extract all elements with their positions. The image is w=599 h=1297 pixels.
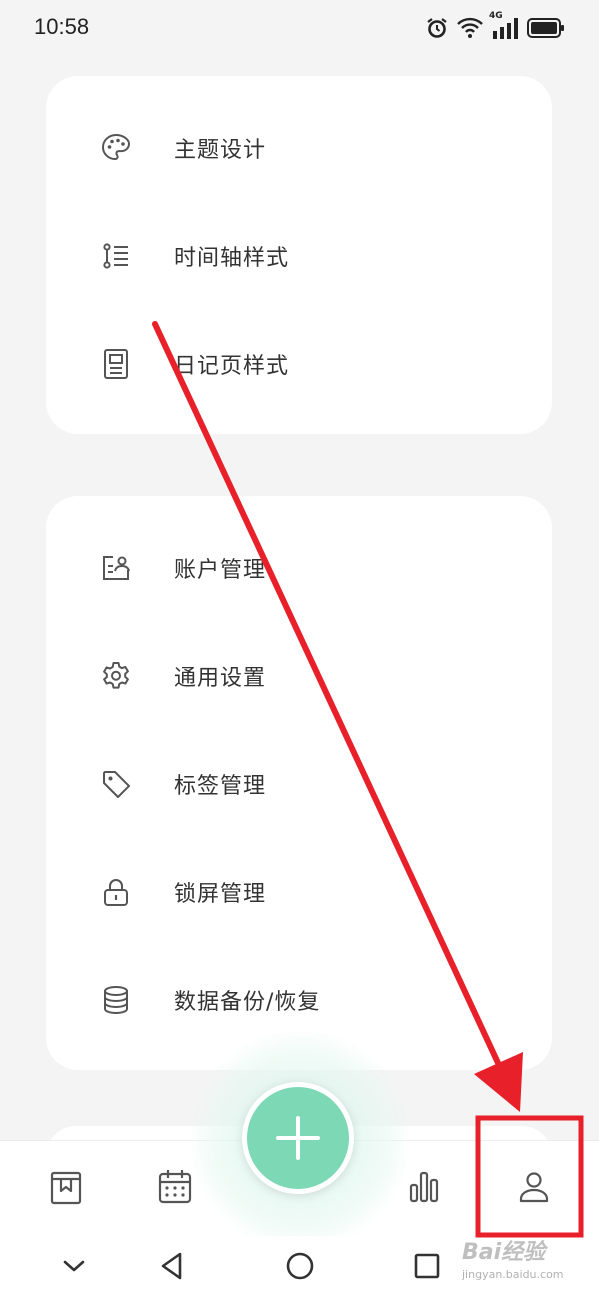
menu-label: 标签管理 xyxy=(174,774,267,799)
status-time: 10:58 xyxy=(34,14,90,39)
lock-icon xyxy=(100,876,132,908)
menu-item-timeline-style[interactable]: 时间轴样式 xyxy=(46,206,552,306)
palette-icon xyxy=(100,132,132,164)
settings-card-appearance: 主题设计 时间轴样式 日记页样式 xyxy=(46,76,552,434)
network-type-label: 4G xyxy=(489,11,503,21)
calendar-icon xyxy=(153,1165,197,1209)
watermark: Bai经验 jingyan.baidu.com xyxy=(462,1232,592,1292)
menu-label: 日记页样式 xyxy=(174,354,290,379)
diary-book-icon xyxy=(44,1165,88,1209)
alarm-icon xyxy=(425,16,449,40)
cellular-signal-icon: 4G xyxy=(489,11,519,39)
recents-square-icon xyxy=(409,1248,445,1284)
settings-card-general: 账户管理 通用设置 标签管理 锁屏管理 数据备份/恢复 xyxy=(46,496,552,1070)
battery-icon xyxy=(527,17,565,39)
diary-page-icon xyxy=(100,348,132,380)
menu-label: 主题设计 xyxy=(174,138,267,163)
bar-chart-icon xyxy=(402,1165,446,1209)
tag-icon xyxy=(100,768,132,800)
status-icons: 4G xyxy=(425,11,565,40)
watermark-url: jingyan.baidu.com xyxy=(462,1268,564,1281)
nav-back-button[interactable] xyxy=(154,1248,190,1284)
tab-calendar[interactable] xyxy=(153,1165,197,1209)
menu-label: 账户管理 xyxy=(174,558,267,583)
gear-icon xyxy=(100,660,132,692)
watermark-logo: Bai经验 xyxy=(462,1240,546,1265)
tab-diary[interactable] xyxy=(44,1165,88,1209)
menu-item-theme-design[interactable]: 主题设计 xyxy=(46,98,552,198)
database-icon xyxy=(100,984,132,1016)
menu-label: 数据备份/恢复 xyxy=(174,990,321,1015)
menu-label: 时间轴样式 xyxy=(174,246,290,271)
home-circle-icon xyxy=(282,1248,318,1284)
menu-item-account-management[interactable]: 账户管理 xyxy=(46,518,552,618)
tab-statistics[interactable] xyxy=(402,1165,446,1209)
timeline-list-icon xyxy=(100,240,132,272)
chevron-down-icon xyxy=(56,1248,92,1284)
menu-item-lock-screen[interactable]: 锁屏管理 xyxy=(46,842,552,942)
menu-item-diary-page-style[interactable]: 日记页样式 xyxy=(46,314,552,414)
back-triangle-icon xyxy=(154,1248,190,1284)
nav-recents-button[interactable] xyxy=(409,1248,445,1284)
menu-item-general-settings[interactable]: 通用设置 xyxy=(46,626,552,726)
status-bar: 10:58 4G xyxy=(0,0,599,60)
person-icon xyxy=(512,1165,556,1209)
hide-keyboard-button[interactable] xyxy=(56,1248,92,1284)
menu-item-tag-management[interactable]: 标签管理 xyxy=(46,734,552,834)
menu-label: 通用设置 xyxy=(174,666,267,691)
nav-home-button[interactable] xyxy=(282,1248,318,1284)
tab-profile[interactable] xyxy=(512,1165,556,1209)
menu-label: 锁屏管理 xyxy=(174,882,267,907)
wifi-icon xyxy=(457,17,483,39)
add-entry-button[interactable] xyxy=(242,1082,354,1194)
account-card-icon xyxy=(100,552,132,584)
